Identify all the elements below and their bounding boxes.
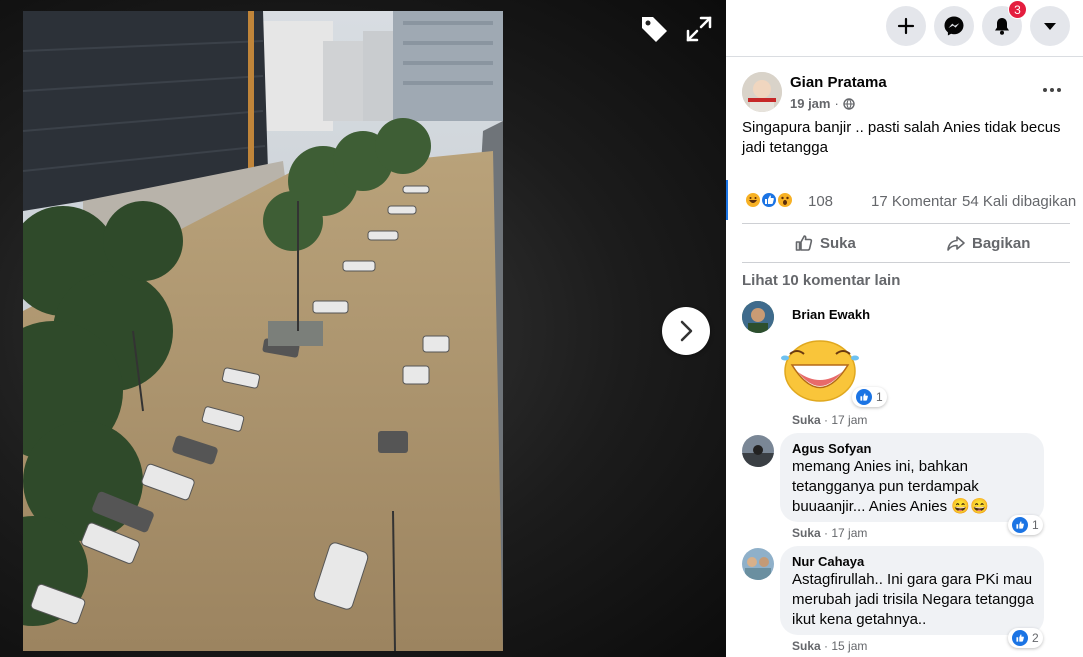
- share-label: Bagikan: [972, 234, 1031, 252]
- comment-like-link[interactable]: Suka: [792, 526, 821, 540]
- post-time[interactable]: 19 jam: [790, 96, 830, 111]
- comment-like-link[interactable]: Suka: [792, 413, 821, 427]
- chevron-right-icon: [680, 320, 693, 342]
- like-reaction-icon[interactable]: [760, 191, 778, 209]
- comment-like-badge[interactable]: 2: [1008, 628, 1043, 648]
- post-panel: Gian Pratama 19 jam · Singapura banjir .…: [726, 0, 1083, 657]
- create-button[interactable]: [886, 6, 926, 46]
- post-actions: Suka Bagikan: [742, 223, 1070, 263]
- dot: [1057, 88, 1061, 92]
- account-menu-button[interactable]: [1030, 6, 1070, 46]
- comment-like-badge[interactable]: 1: [852, 387, 887, 407]
- post-options-button[interactable]: [1040, 80, 1064, 100]
- like-label: Suka: [820, 234, 856, 252]
- author-avatar[interactable]: [742, 72, 782, 112]
- comment-like-count: 2: [1032, 631, 1039, 645]
- commenter-name[interactable]: Brian Ewakh: [792, 307, 870, 322]
- messenger-icon: [944, 16, 964, 36]
- like-button[interactable]: Suka: [794, 224, 856, 262]
- post-meta: 19 jam ·: [790, 96, 855, 111]
- comment-footer: Suka · 17 jam: [792, 526, 867, 540]
- share-button[interactable]: Bagikan: [946, 224, 1030, 262]
- laughing-sticker: [780, 338, 860, 404]
- dot: [1050, 88, 1054, 92]
- next-photo-button[interactable]: [662, 307, 710, 355]
- like-badge-icon: [856, 389, 872, 405]
- commenter-avatar[interactable]: [742, 435, 774, 467]
- comment-time[interactable]: · 15 jam: [824, 639, 867, 653]
- dot: [1043, 88, 1047, 92]
- commenter-name[interactable]: Agus Sofyan: [792, 441, 871, 456]
- photo-viewer: [0, 0, 726, 657]
- comment-time[interactable]: · 17 jam: [824, 413, 867, 427]
- top-bar: [726, 0, 1083, 57]
- tag-icon[interactable]: [639, 14, 669, 44]
- comment-text: memang Anies ini, bahkan tetangganya pun…: [792, 458, 989, 515]
- comment-footer: Suka · 15 jam: [792, 639, 867, 653]
- thumbs-up-icon: [795, 235, 813, 251]
- share-count[interactable]: 54 Kali dibagikan: [962, 193, 1076, 210]
- author-name[interactable]: Gian Pratama: [790, 74, 887, 91]
- wow-reaction-icon[interactable]: [776, 191, 794, 209]
- comment-like-badge[interactable]: 1: [1008, 515, 1043, 535]
- globe-icon: [843, 97, 855, 110]
- meta-separator: ·: [834, 96, 839, 111]
- comment-bubble: Agus Sofyan memang Anies ini, bahkan tet…: [780, 433, 1044, 522]
- like-badge-icon: [1012, 517, 1028, 533]
- haha-reaction-icon[interactable]: [744, 191, 762, 209]
- comment-count[interactable]: 17 Komentar: [871, 193, 957, 210]
- share-arrow-icon: [947, 236, 965, 251]
- reactions-row: 108 17 Komentar 54 Kali dibagikan: [726, 180, 1083, 220]
- view-more-comments[interactable]: Lihat 10 komentar lain: [742, 272, 900, 289]
- comment-bubble: Nur Cahaya Astagfirullah.. Ini gara gara…: [780, 546, 1044, 635]
- comment-like-count: 1: [876, 390, 883, 404]
- comment-time[interactable]: · 17 jam: [824, 526, 867, 540]
- comment-text: Astagfirullah.. Ini gara gara PKi mau me…: [792, 571, 1034, 628]
- comment-footer: Suka · 17 jam: [792, 413, 867, 427]
- expand-icon[interactable]: [684, 14, 714, 44]
- flood-photo[interactable]: [23, 11, 503, 651]
- notification-badge: 3: [1008, 0, 1027, 19]
- like-badge-icon: [1012, 630, 1028, 646]
- commenter-avatar[interactable]: [742, 301, 774, 333]
- post-text: Singapura banjir .. pasti salah Anies ti…: [742, 119, 1061, 156]
- comment-like-link[interactable]: Suka: [792, 639, 821, 653]
- commenter-avatar[interactable]: [742, 548, 774, 580]
- bell-icon: [995, 18, 1009, 35]
- messenger-button[interactable]: [934, 6, 974, 46]
- plus-icon: [897, 17, 915, 35]
- comment-like-count: 1: [1032, 518, 1039, 532]
- caret-down-icon: [1044, 23, 1056, 30]
- commenter-name[interactable]: Nur Cahaya: [792, 554, 864, 569]
- reaction-count[interactable]: 108: [808, 193, 833, 210]
